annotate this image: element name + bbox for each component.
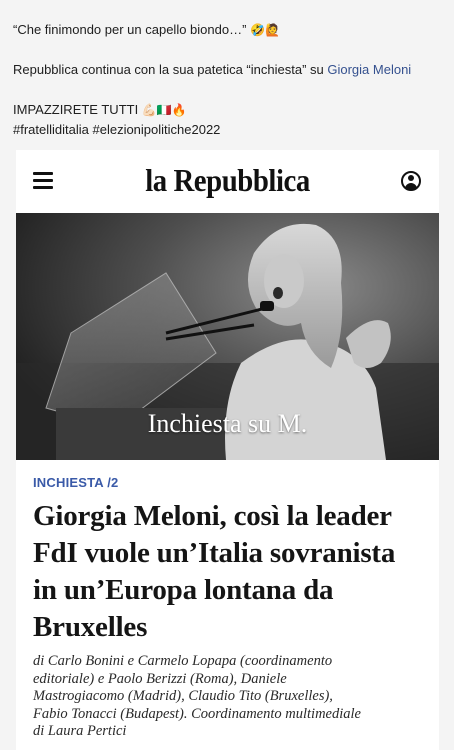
- headline-line: Giorgia Meloni, così la leader: [33, 500, 392, 532]
- hashtags[interactable]: #fratelliditalia #elezionipolitiche2022: [13, 121, 220, 139]
- photo-caption: Inchiesta su M.: [147, 409, 308, 438]
- headline-line: in un’Europa lontana da: [33, 574, 334, 606]
- site-header: la Repubblica: [16, 150, 439, 214]
- caption-line-3: IMPAZZIRETE TUTTI 💪🏻🇮🇹🔥: [13, 101, 187, 119]
- caption-line-1: “Che finimondo per un capello biondo…” 🤣…: [13, 21, 280, 39]
- hashtag-list[interactable]: #fratelliditalia #elezionipolitiche2022: [13, 122, 220, 137]
- caption-quote: “Che finimondo per un capello biondo…”: [13, 22, 247, 37]
- caption-line-2: Repubblica continua con la sua patetica …: [13, 61, 411, 79]
- flex-flag-fire-emoji-icon: 💪🏻🇮🇹🔥: [141, 103, 187, 117]
- article-photo: Inchiesta su M.: [16, 213, 439, 460]
- headline-line: Bruxelles: [33, 611, 148, 643]
- article-byline: di Carlo Bonini e Carmelo Lopapa (coordi…: [33, 653, 438, 741]
- byline-line: editoriale) e Paolo Berizzi (Roma), Dani…: [33, 670, 287, 687]
- section-kicker[interactable]: INCHIESTA /2: [33, 475, 118, 490]
- headline-line: FdI vuole un’Italia sovranista: [33, 537, 396, 569]
- caption-shout: IMPAZZIRETE TUTTI: [13, 102, 139, 117]
- masthead-logo[interactable]: la Repubblica: [37, 162, 418, 199]
- byline-line: di Carlo Bonini e Carmelo Lopapa (coordi…: [33, 653, 333, 669]
- byline-line: Mastrogiacomo (Madrid), Claudio Tito (Br…: [33, 688, 333, 704]
- mention-link[interactable]: Giorgia Meloni: [327, 62, 411, 77]
- user-profile-icon[interactable]: [401, 171, 421, 191]
- laughing-emoji-icon: 🤣🙋: [250, 23, 280, 37]
- article-headline[interactable]: Giorgia Meloni, così la leader FdI vuole…: [33, 498, 433, 646]
- article-screenshot[interactable]: la Repubblica Inchiesta su M. INCHIESTA …: [16, 150, 439, 750]
- caption-text: Repubblica continua con la sua patetica …: [13, 62, 324, 77]
- byline-line: di Laura Pertici: [33, 723, 127, 739]
- byline-line: Fabio Tonacci (Budapest). Coordinamento …: [33, 705, 361, 722]
